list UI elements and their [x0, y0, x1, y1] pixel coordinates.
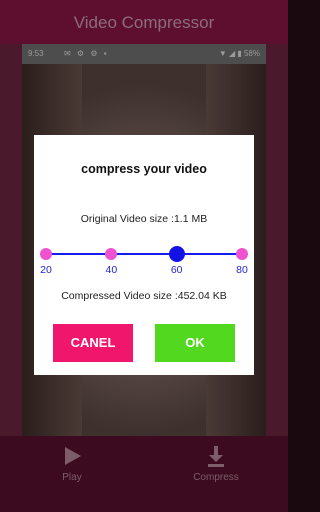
slider-tick-labels: 20 40 60 80 — [40, 264, 248, 278]
app-bar: Video Compressor — [0, 0, 288, 44]
slider-thumb[interactable] — [168, 246, 185, 262]
slider-tick-label-80: 80 — [236, 264, 248, 276]
status-battery: ▼ ◢ ▮ 58% — [218, 49, 260, 58]
slider-tick-label-40: 40 — [105, 264, 118, 276]
play-button[interactable]: Play — [32, 436, 112, 512]
compress-label: Compress — [193, 472, 239, 483]
play-label: Play — [62, 472, 82, 483]
slider-tick-label-60: 60 — [170, 264, 183, 276]
status-notification-icons: ✉ ⚙ ⚙ ▪ — [64, 49, 109, 58]
compression-slider[interactable] — [40, 245, 248, 262]
slider-tick-label-20: 20 — [40, 264, 52, 276]
compress-button[interactable]: Compress — [176, 436, 256, 512]
bottom-nav: Play Compress — [0, 436, 288, 512]
original-size-text: Original Video size :1.1 MB — [80, 213, 208, 225]
play-icon — [65, 447, 81, 465]
dialog-title: compress your video — [81, 162, 207, 176]
slider-tick-80[interactable] — [236, 248, 248, 260]
app-title: Video Compressor — [73, 13, 215, 32]
slider-tick-20[interactable] — [40, 248, 52, 260]
screen: Video Compressor 9:53 ✉ ⚙ ⚙ ▪ ▼ ◢ ▮ 58% … — [0, 0, 288, 512]
cancel-button[interactable]: CANEL — [53, 324, 133, 362]
slider-track — [46, 253, 242, 255]
compress-dialog: compress your video Original Video size … — [34, 135, 254, 375]
ok-button[interactable]: OK — [155, 324, 235, 362]
compressed-size-text: Compressed Video size :452.04 KB — [61, 290, 227, 302]
slider-tick-40[interactable] — [105, 248, 118, 260]
download-icon — [208, 446, 224, 467]
preview-status-bar: 9:53 ✉ ⚙ ⚙ ▪ ▼ ◢ ▮ 58% — [22, 44, 266, 64]
status-time: 9:53 — [28, 49, 44, 58]
